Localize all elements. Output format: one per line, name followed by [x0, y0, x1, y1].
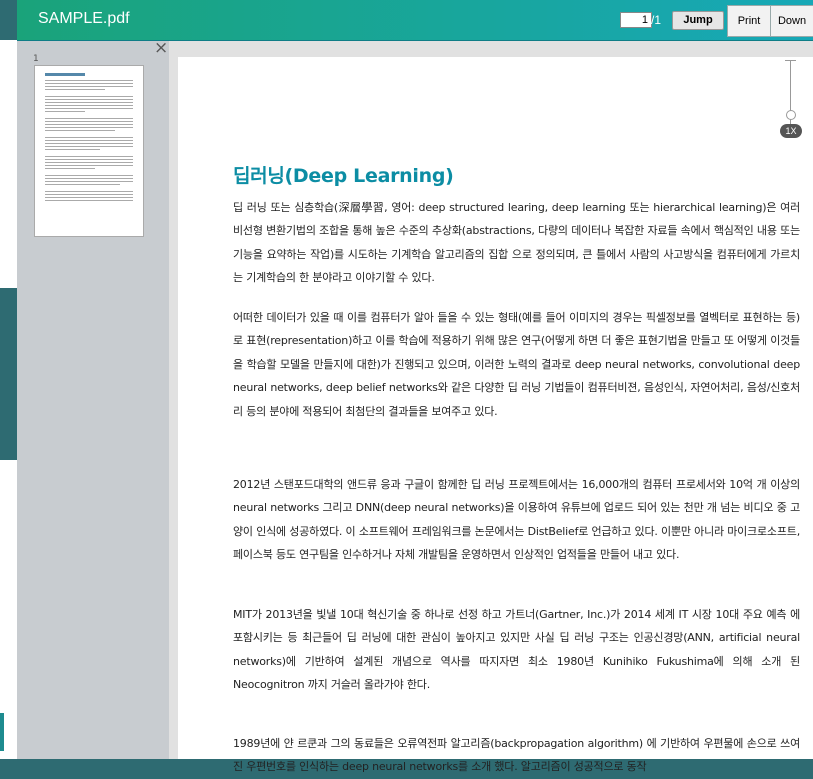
thumbnail-text-line	[45, 108, 133, 109]
thumbnail-text-line	[45, 184, 120, 185]
document-title: SAMPLE.pdf	[38, 10, 130, 27]
thumbnail-text-line	[45, 140, 133, 141]
pdf-toolbar: SAMPLE.pdf 1 /1 Jump Print Down	[17, 0, 813, 41]
thumbnail-text-line	[45, 96, 133, 97]
thumbnail-text-line	[45, 80, 133, 81]
thumbnail-text-line	[45, 127, 133, 128]
thumbnail-text-line	[45, 156, 133, 157]
thumbnail-page-number: 1	[33, 54, 39, 64]
document-heading: 딥러닝(Deep Learning)	[233, 165, 454, 187]
thumbnail-text-line	[45, 191, 133, 192]
document-viewer[interactable]: 딥러닝(Deep Learning) 딥 러닝 또는 심층학습(深層學習, 영어…	[169, 41, 813, 773]
thumbnail-sidebar: × 1	[17, 40, 169, 759]
thumbnail-heading-mark	[45, 73, 85, 76]
thumbnail-text-line	[45, 130, 115, 131]
document-paragraph: 1989년에 얀 르쿤과 그의 동료들은 오류역전파 알고리즘(backprop…	[233, 737, 800, 774]
thumbnail-text-line	[45, 121, 133, 122]
pdf-page: 딥러닝(Deep Learning) 딥 러닝 또는 심층학습(深層學習, 영어…	[178, 57, 813, 773]
thumbnail-text-line	[45, 200, 133, 201]
document-paragraph: MIT가 2013년을 빛낼 10대 혁신기술 중 하나로 선정 하고 가트너(…	[233, 608, 800, 692]
page-total: /1	[651, 13, 662, 27]
thumbnail-text-line	[45, 137, 133, 138]
print-button[interactable]: Print	[727, 5, 771, 37]
thumbnail-text-line	[45, 143, 133, 144]
background-edge-strip	[0, 40, 17, 123]
thumbnail-text-line	[45, 165, 133, 166]
thumbnail-text-line	[45, 124, 133, 125]
page-number-input[interactable]: 1	[620, 12, 652, 28]
thumbnail-text-line	[45, 181, 133, 182]
thumbnail-text-line	[45, 102, 133, 103]
thumbnail-text-line	[45, 194, 133, 195]
thumbnail-text-line	[45, 146, 133, 147]
thumbnail-text-line	[45, 86, 133, 87]
background-edge-strip	[0, 288, 17, 460]
download-button[interactable]: Down	[770, 5, 813, 37]
thumbnail-text-line	[45, 149, 100, 150]
thumbnail-text-line	[45, 118, 133, 119]
close-sidebar-icon[interactable]: ×	[154, 40, 168, 57]
page-thumbnail[interactable]	[34, 65, 144, 237]
thumbnail-text-line	[45, 162, 133, 163]
document-paragraph: 딥 러닝 또는 심층학습(深層學習, 영어: deep structured l…	[233, 201, 800, 285]
thumbnail-text-line	[45, 99, 133, 100]
thumbnail-text-line	[45, 111, 85, 112]
thumbnail-text-line	[45, 168, 95, 169]
document-paragraph: 2012년 스탠포드대학의 앤드류 응과 구글이 함께한 딥 러닝 프로젝트에서…	[233, 478, 800, 562]
thumbnail-text-line	[45, 178, 133, 179]
thumbnail-text-line	[45, 197, 133, 198]
jump-button[interactable]: Jump	[672, 11, 724, 30]
thumbnail-text-line	[45, 175, 133, 176]
zoom-slider-handle[interactable]	[786, 110, 796, 120]
zoom-level-badge: 1X	[780, 124, 802, 138]
document-paragraph: 어떠한 데이터가 있을 때 이를 컴퓨터가 알아 들을 수 있는 형태(예를 들…	[233, 311, 800, 418]
thumbnail-text-line	[45, 89, 105, 90]
background-edge-strip	[0, 123, 17, 288]
thumbnail-text-line	[45, 105, 133, 106]
thumbnail-text-line	[45, 159, 133, 160]
thumbnail-text-line	[45, 83, 133, 84]
background-edge-tab	[0, 713, 4, 751]
